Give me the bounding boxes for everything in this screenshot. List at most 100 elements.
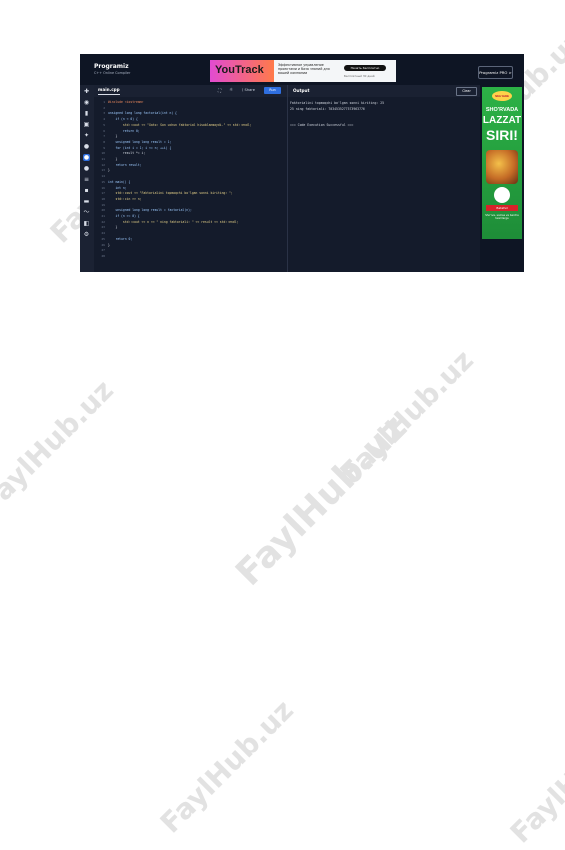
ad-cta-button[interactable]: Начать бесплатно: [344, 65, 386, 71]
line-number: 26: [101, 242, 105, 247]
share-label: Share: [244, 88, 255, 92]
ad-headline-2: LAZZAT: [482, 115, 522, 126]
watermark-7: FaylHub.uz: [503, 703, 565, 850]
watermark-4: FaylHub.uz: [228, 407, 416, 594]
go-icon[interactable]: ≡: [83, 176, 90, 183]
code-line: int main() {: [108, 179, 131, 184]
line-number: 22: [101, 219, 105, 224]
logo-subtitle: C++ Online Compiler: [94, 71, 131, 75]
line-number: 20: [101, 208, 105, 213]
line-gutter: 1 2 3 4 5 6 7 8 9 10 11 12 13 14 15 16 17 18 19 20 21 22 23 24 2…: [94, 97, 108, 272]
cplusplus-icon[interactable]: ✚: [83, 88, 90, 95]
editor-header: main.cpp ⛶ ☼ ⟨ Share Run: [94, 85, 287, 97]
code-line: return 0;: [108, 128, 140, 133]
rust-icon[interactable]: ⚙: [83, 231, 90, 238]
line-number: 4: [103, 117, 105, 122]
code-line: std::cout << "Faktorialini topmoqchi bo'…: [108, 191, 233, 196]
line-number: 16: [101, 185, 105, 190]
java-icon[interactable]: ▮: [83, 110, 90, 117]
watermark-3: FaylHub.uz: [0, 373, 120, 520]
ad-headline-1: SHO'RVADA: [485, 107, 519, 113]
line-number: 7: [103, 134, 105, 139]
line-number: 3: [103, 111, 105, 116]
code-line: }: [108, 242, 110, 247]
output-header: Output Clear: [287, 85, 481, 97]
line-number: 19: [101, 202, 105, 207]
code-line: return 0;: [108, 236, 133, 241]
top-bar: Programiz C++ Online Compiler YouTrack Э…: [80, 54, 524, 85]
r-icon[interactable]: ▬: [83, 198, 90, 205]
code-line: }: [108, 225, 118, 230]
code-line: std::cin >> n;: [108, 196, 142, 201]
line-number: 14: [101, 174, 105, 179]
watermark-6: FaylHub.uz: [153, 693, 300, 840]
python-icon[interactable]: ◉: [83, 99, 90, 106]
clear-button[interactable]: Clear: [456, 87, 477, 96]
line-number: 28: [101, 253, 105, 258]
youtrack-logo: YouTrack: [215, 64, 264, 76]
output-line: Faktorialini topmoqchi bo'lgan sonni kir…: [290, 101, 385, 105]
theme-icon[interactable]: ☼: [229, 88, 233, 93]
line-number: 15: [101, 179, 105, 184]
code-line: }: [108, 134, 118, 139]
product-image: [494, 187, 510, 203]
run-button[interactable]: Run: [264, 87, 281, 94]
ad-red-button[interactable]: Batafsil: [486, 205, 518, 211]
share-button[interactable]: ⟨ Share: [242, 88, 255, 92]
code-line: std::cout << n << " ning faktoriali: " <…: [108, 219, 239, 224]
code-line: int n;: [108, 185, 127, 190]
code-line: unsigned long long result = 1;: [108, 139, 172, 144]
ad-small-text: Sho'rva, somsa va barcha taomlarga: [485, 214, 519, 221]
line-number: 13: [101, 168, 105, 173]
code-line: std::cout << "Xato: Son uchun faktorial …: [108, 122, 252, 127]
watermark-5: FaylHub.uz: [333, 343, 480, 490]
fullscreen-icon[interactable]: ⛶: [218, 88, 221, 94]
line-number: 27: [101, 248, 105, 253]
tab-main-cpp[interactable]: main.cpp: [98, 87, 120, 95]
line-number: 5: [103, 122, 105, 127]
language-sidebar: ✚ ◉ ▮ ▣ ✦ ● ● ● ≡ ▪ ▬ 〜 ◧ ⚙: [80, 85, 94, 272]
line-number: 11: [101, 157, 105, 161]
ad-headline-3: SIRI!: [486, 127, 518, 143]
line-number: 6: [103, 128, 105, 133]
output-title: Output: [293, 88, 310, 93]
ad-brand-logo: Shirinlik: [492, 91, 512, 101]
output-line: === Code Execution Successful ===: [290, 123, 354, 127]
javascript-icon[interactable]: ✦: [83, 132, 90, 139]
line-number: 21: [101, 214, 105, 218]
code-line: #include <iostream>: [108, 100, 144, 104]
logo-title: Programiz: [94, 63, 129, 70]
code-line: result *= i;: [108, 151, 146, 156]
php-icon[interactable]: ◧: [83, 220, 90, 227]
youtrack-ad-banner[interactable]: YouTrack Эффективное управление проектам…: [210, 60, 396, 82]
programiz-pro-button[interactable]: Programiz PRO >: [478, 66, 513, 79]
ad-subtext: Бесплатный 30 дней: [344, 74, 375, 78]
line-number: 23: [101, 225, 105, 230]
compiler-screenshot: Programiz C++ Online Compiler YouTrack Э…: [80, 54, 524, 272]
kotlin-icon[interactable]: ▪: [83, 187, 90, 194]
youtrack-logo-block: YouTrack: [210, 60, 274, 82]
line-number: 1: [103, 100, 105, 104]
code-line: unsigned long long result = factorial(n)…: [108, 208, 192, 213]
csharp-icon[interactable]: ●: [83, 165, 90, 172]
html-icon[interactable]: ▣: [83, 121, 90, 128]
code-line: if (n >= 0) {: [108, 214, 140, 218]
line-number: 12: [101, 162, 105, 167]
line-number: 25: [101, 236, 105, 241]
line-number: 24: [101, 231, 105, 236]
line-number: 2: [103, 105, 105, 110]
swift-icon[interactable]: 〜: [83, 209, 90, 216]
code-line: for (int i = 1; i <= n; ++i) {: [108, 145, 172, 150]
code-editor[interactable]: 1 2 3 4 5 6 7 8 9 10 11 12 13 14 15 16 17 18 19 20 21 22 23 24 2…: [94, 97, 287, 272]
code-line: unsigned long long factorial(int n) {: [108, 111, 177, 116]
c-icon[interactable]: ●: [83, 143, 90, 150]
cpp-icon[interactable]: ●: [83, 154, 90, 161]
code-line: }: [108, 168, 110, 173]
line-number: 18: [101, 196, 105, 201]
shirinlik-ad[interactable]: Shirinlik SHO'RVADA LAZZAT SIRI! Batafsi…: [482, 87, 522, 239]
output-line: 25 ning faktoriali: 7034535277573963776: [290, 106, 365, 111]
programiz-logo[interactable]: Programiz C++ Online Compiler: [94, 63, 130, 75]
code-line: return result;: [108, 162, 142, 167]
ad-text: Эффективное управление проектами и базa …: [278, 63, 330, 76]
code-line: if (n < 0) {: [108, 117, 138, 122]
